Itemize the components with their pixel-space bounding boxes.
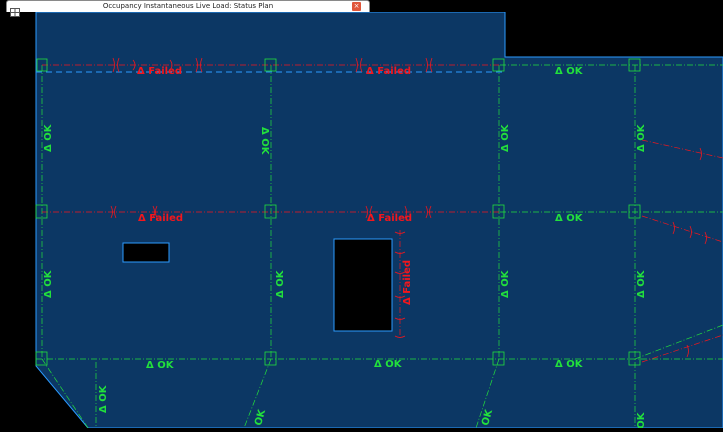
failed-label: Δ Failed — [137, 66, 182, 77]
ok-label: Δ OK — [500, 269, 511, 298]
failed-label: Δ Failed — [402, 260, 413, 305]
slab-opening-large — [333, 238, 393, 332]
ok-label: Δ OK — [259, 127, 270, 156]
ok-label: Δ OK — [43, 123, 54, 152]
slab-opening-small — [122, 242, 170, 263]
ok-label: Δ OK — [636, 411, 647, 428]
close-icon[interactable]: × — [352, 2, 361, 11]
failed-label: Δ Failed — [367, 213, 412, 224]
ok-label: Δ OK — [555, 66, 584, 77]
ok-label: Δ OK — [374, 359, 403, 370]
ok-label: Δ OK — [555, 213, 584, 224]
plan-drawing: Δ Failed Δ Failed Δ Failed Δ Failed Δ Fa… — [35, 11, 723, 432]
failed-label: Δ Failed — [138, 213, 183, 224]
failed-label: Δ Failed — [366, 66, 411, 77]
ok-label: Δ OK — [275, 269, 286, 298]
plan-canvas[interactable]: Δ Failed Δ Failed Δ Failed Δ Failed Δ Fa… — [0, 11, 723, 432]
ok-label: Δ OK — [146, 360, 175, 371]
ok-label: Δ OK — [555, 359, 584, 370]
status-plan-window: Occupancy Instantaneous Live Load: Statu… — [0, 0, 723, 432]
ok-label: Δ OK — [636, 123, 647, 152]
ok-label: Δ OK — [500, 123, 511, 152]
ok-label: Δ OK — [43, 269, 54, 298]
tab-bar: Occupancy Instantaneous Live Load: Statu… — [0, 0, 723, 17]
tab-title: Occupancy Instantaneous Live Load: Statu… — [102, 2, 274, 10]
ok-label: Δ OK — [98, 384, 109, 413]
ok-label: Δ OK — [636, 269, 647, 298]
document-tab[interactable]: Occupancy Instantaneous Live Load: Statu… — [6, 0, 370, 17]
